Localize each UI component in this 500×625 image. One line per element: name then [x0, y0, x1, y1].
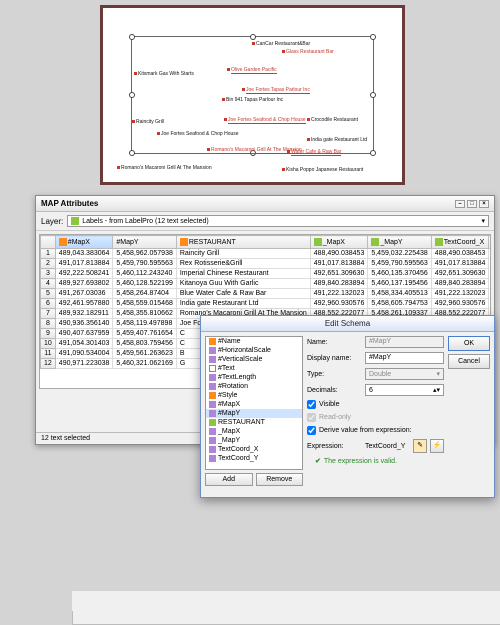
validation-message: ✔The expression is valid.	[315, 457, 444, 465]
map-label[interactable]: Joe Fortes Tapas Parlour Inc	[242, 87, 310, 94]
layer-dropdown[interactable]: Labels - from LabelPro (12 text selected…	[67, 215, 489, 227]
display-name-label: Display name:	[307, 355, 362, 362]
display-name-input[interactable]: #MapY	[365, 352, 444, 364]
column-header[interactable]: #MapY	[113, 236, 176, 249]
column-header[interactable]: TextCoord_X	[431, 236, 489, 249]
map-label[interactable]: India gate Restaurant Ltd	[307, 137, 367, 143]
type-value: Double	[369, 371, 391, 378]
column-header[interactable]: #MapX	[55, 236, 113, 249]
table-row[interactable]: 4489,927.6938025,460,128.522199Kitanoya …	[41, 279, 492, 289]
field-list-item[interactable]: #Text	[206, 364, 302, 373]
map-label[interactable]: Glass Restaurant Bar	[282, 49, 334, 55]
map-preview: CanCar Restaurant&Bar Glass Restaurant Ba…	[100, 5, 405, 185]
name-label: Name:	[307, 339, 362, 346]
field-list-item[interactable]: #MapY	[206, 409, 302, 418]
decimals-input[interactable]: 6▴▾	[365, 384, 444, 396]
field-list-item[interactable]: #MapX	[206, 400, 302, 409]
table-row[interactable]: 3492,222.5082415,460,112.243240Imperial …	[41, 269, 492, 279]
ok-button[interactable]: OK	[448, 336, 490, 351]
map-selection-box[interactable]: CanCar Restaurant&Bar Glass Restaurant Ba…	[131, 36, 374, 154]
field-list-item[interactable]: #Name	[206, 337, 302, 346]
field-list-panel: #Name#HorizontalScale#VerticalScale#Text…	[205, 336, 303, 486]
resize-handle[interactable]	[370, 150, 376, 156]
map-label[interactable]: Kitsmark Gas With Starts	[134, 71, 194, 77]
panel-title: MAP Attributes	[41, 199, 98, 208]
decimals-label: Decimals:	[307, 387, 362, 394]
column-header[interactable]: _MapY	[368, 236, 431, 249]
map-label[interactable]: Bin 941 Tapas Parlour Inc	[222, 97, 283, 103]
field-list-item[interactable]: #TextLength	[206, 373, 302, 382]
field-list[interactable]: #Name#HorizontalScale#VerticalScale#Text…	[205, 336, 303, 470]
field-properties: Name:#MapY Display name:#MapY Type: Doubl…	[307, 336, 444, 486]
check-icon: ✔	[315, 457, 321, 465]
spinner-icon[interactable]: ▴▾	[433, 386, 440, 394]
visible-checkbox[interactable]: Visible	[307, 400, 444, 409]
layer-label: Layer:	[41, 217, 63, 226]
field-list-item[interactable]: TextCoord_Y	[206, 454, 302, 463]
resize-handle[interactable]	[250, 34, 256, 40]
expression-label: Expression:	[307, 443, 362, 450]
panel-titlebar[interactable]: MAP Attributes – □ ×	[36, 196, 494, 212]
column-header[interactable]: RESTAURANT	[176, 236, 310, 249]
field-list-item[interactable]: #HorizontalScale	[206, 346, 302, 355]
chevron-down-icon: ▾	[436, 370, 440, 378]
map-label[interactable]: Olive Garden Pacific	[227, 67, 277, 74]
readonly-checkbox: Read-only	[307, 413, 444, 422]
layer-value: Labels - from LabelPro (12 text selected…	[82, 218, 208, 225]
field-list-item[interactable]: #Rotation	[206, 382, 302, 391]
layer-icon	[71, 217, 79, 225]
close-button[interactable]: ×	[479, 200, 489, 208]
map-label[interactable]: Water Cafe & Raw Bar	[287, 149, 341, 156]
map-label[interactable]: Raincity Grill	[132, 119, 164, 125]
expression-validate-button[interactable]: ⚡	[430, 439, 444, 453]
field-list-item[interactable]: #VerticalScale	[206, 355, 302, 364]
chevron-down-icon: ▾	[481, 217, 485, 225]
column-header[interactable]: _MapX	[310, 236, 368, 249]
table-row[interactable]: 6492,461.9578805,458,559.015468India gat…	[41, 299, 492, 309]
name-input: #MapY	[365, 336, 444, 348]
table-row[interactable]: 2491,017.8138845,459,790.595563Rex Rotis…	[41, 259, 492, 269]
minimize-button[interactable]: –	[455, 200, 465, 208]
maximize-button[interactable]: □	[467, 200, 477, 208]
cancel-button[interactable]: Cancel	[448, 354, 490, 369]
field-list-item[interactable]: _MapX	[206, 427, 302, 436]
field-list-item[interactable]: #Style	[206, 391, 302, 400]
table-row[interactable]: 1489,043.3830645,458,962.057938Raincity …	[41, 249, 492, 259]
resize-handle[interactable]	[370, 92, 376, 98]
map-label[interactable]: Joe Fortes Seafood & Chop House	[224, 117, 306, 124]
expression-input[interactable]: TextCoord_Y	[365, 443, 410, 450]
table-row[interactable]: 5491,267.030365,458,264.87404Blue Water …	[41, 289, 492, 299]
resize-handle[interactable]	[129, 92, 135, 98]
column-header[interactable]: TextC	[489, 236, 491, 249]
map-label[interactable]: CanCar Restaurant&Bar	[252, 41, 310, 47]
field-list-item[interactable]: RESTAURANT	[206, 418, 302, 427]
field-list-item[interactable]: TextCoord_X	[206, 445, 302, 454]
resize-handle[interactable]	[129, 150, 135, 156]
map-label[interactable]: Crocodile Restaurant	[307, 117, 358, 123]
dialog-title[interactable]: Edit Schema	[201, 316, 494, 332]
map-label[interactable]: Romano's Macaroni Grill At The Mansion	[117, 165, 212, 171]
map-label[interactable]: Kisha Poppo Japanese Restaurant	[282, 167, 363, 173]
resize-handle[interactable]	[129, 34, 135, 40]
add-field-button[interactable]: Add	[205, 473, 253, 486]
field-list-item[interactable]: _MapY	[206, 436, 302, 445]
edit-schema-dialog: Edit Schema #Name#HorizontalScale#Vertic…	[200, 315, 495, 498]
derive-checkbox[interactable]: Derive value from expression:	[307, 426, 444, 435]
type-label: Type:	[307, 371, 362, 378]
resize-handle[interactable]	[370, 34, 376, 40]
map-label[interactable]: Joe Fortes Seafood & Chop House	[157, 131, 239, 137]
remove-field-button[interactable]: Remove	[256, 473, 304, 486]
expression-edit-button[interactable]: ✎	[413, 439, 427, 453]
